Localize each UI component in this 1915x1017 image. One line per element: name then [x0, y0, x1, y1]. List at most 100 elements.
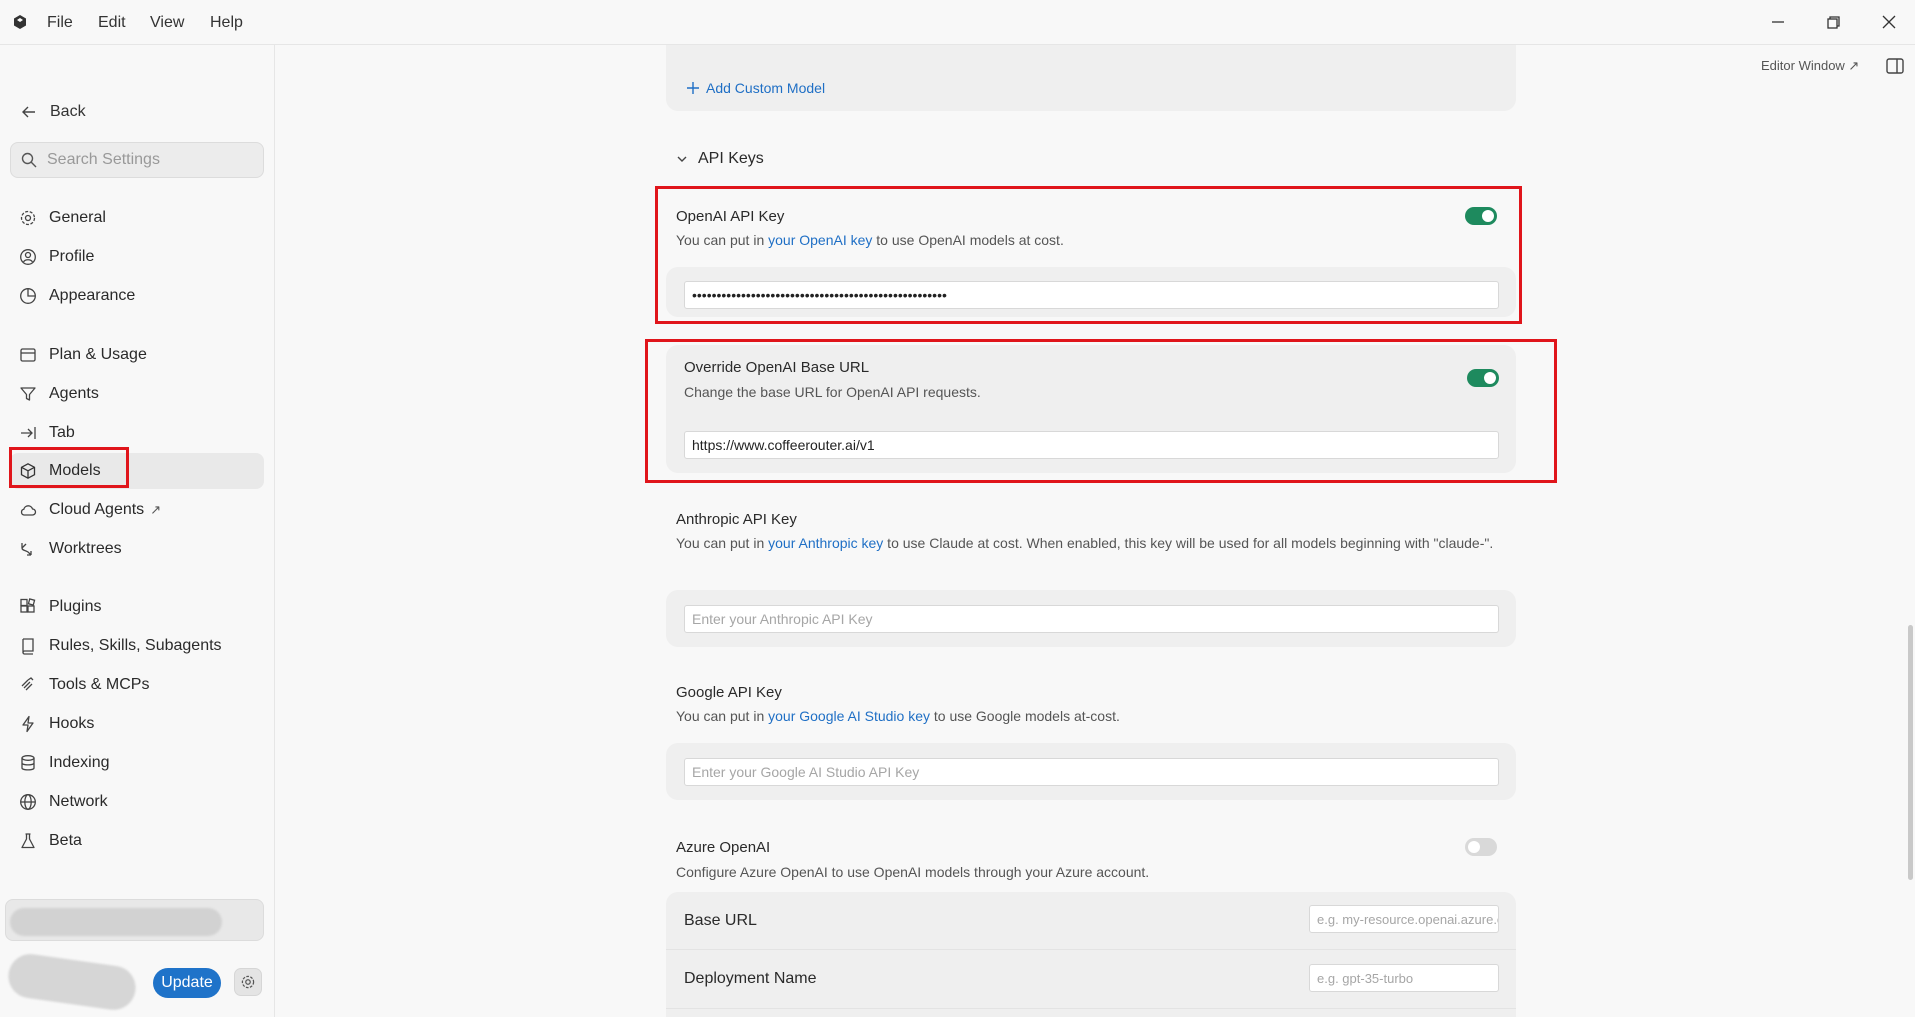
sidebar-item-label: Hooks [49, 715, 95, 732]
branch-icon [21, 543, 32, 556]
globe-icon [20, 794, 36, 810]
sidebar-item-label: Rules, Skills, Subagents [49, 637, 222, 654]
azure-openai-description: Configure Azure OpenAI to use OpenAI mod… [676, 864, 1150, 880]
override-base-url-toggle[interactable] [1467, 369, 1499, 387]
settings-gear-button[interactable] [234, 968, 262, 996]
openai-key-description: You can put in your OpenAI key to use Op… [676, 232, 1064, 248]
search-icon [21, 152, 37, 168]
scrollbar-thumb[interactable] [1908, 625, 1913, 880]
openai-key-input[interactable] [684, 281, 1499, 309]
override-base-url-input[interactable] [684, 431, 1499, 459]
minimize-icon[interactable] [1766, 10, 1790, 34]
cloud-icon [20, 505, 37, 516]
sidebar-item-worktrees[interactable]: Worktrees [10, 531, 264, 567]
menu-file[interactable]: File [47, 0, 73, 45]
api-keys-section-title: API Keys [698, 150, 764, 167]
google-key-description: You can put in your Google AI Studio key… [676, 708, 1120, 724]
sidebar-item-label: Indexing [49, 754, 110, 771]
back-label: Back [50, 103, 86, 120]
row-divider [666, 949, 1516, 950]
chevron-down-icon [677, 156, 687, 162]
sidebar-item-label: Profile [49, 248, 95, 265]
sidebar-item-network[interactable]: Network [10, 784, 264, 820]
gear-icon [20, 210, 36, 226]
sidebar-item-cloud-agents[interactable]: Cloud Agents ↗ [10, 492, 264, 528]
sidebar-item-label: Worktrees [49, 540, 122, 557]
gear-icon [241, 975, 255, 989]
menu-view[interactable]: View [150, 0, 184, 45]
sidebar-item-tab[interactable]: Tab [10, 415, 264, 451]
redacted-user [5, 951, 139, 1013]
sidebar-item-label: General [49, 209, 106, 226]
sidebar-item-rules[interactable]: Rules, Skills, Subagents [10, 628, 264, 664]
sidebar-item-plugins[interactable]: Plugins [10, 589, 264, 625]
google-key-label: Google API Key [676, 684, 782, 701]
card-icon [20, 348, 36, 362]
anthropic-key-input[interactable] [684, 605, 1499, 633]
azure-base-url-input[interactable] [1309, 905, 1499, 933]
sidebar-item-general[interactable]: General [10, 200, 264, 236]
funnel-icon [20, 387, 36, 401]
azure-base-url-label: Base URL [684, 912, 757, 929]
api-keys-section-toggle[interactable]: API Keys [676, 150, 764, 168]
update-button[interactable]: Update [153, 968, 221, 998]
openai-key-link[interactable]: your OpenAI key [768, 232, 872, 248]
account-pill[interactable] [5, 899, 264, 941]
sidebar-item-label: Tools & MCPs [49, 676, 150, 693]
restore-icon[interactable] [1821, 10, 1845, 34]
google-key-input[interactable] [684, 758, 1499, 786]
sidebar-item-label: Models [49, 462, 101, 479]
sidebar-item-label: Network [49, 793, 108, 810]
plus-icon [687, 82, 699, 94]
back-button[interactable]: Back [20, 97, 86, 127]
anthropic-key-description: You can put in your Anthropic key to use… [676, 535, 1494, 551]
puzzle-icon [20, 598, 36, 613]
search-input[interactable] [47, 151, 247, 169]
azure-deployment-input[interactable] [1309, 964, 1499, 992]
anthropic-key-label: Anthropic API Key [676, 511, 797, 528]
add-custom-model-button[interactable]: Add Custom Model [686, 80, 825, 96]
sidebar-item-plan-usage[interactable]: Plan & Usage [10, 337, 264, 373]
cube-icon [20, 463, 36, 479]
search-box[interactable] [10, 142, 264, 178]
override-base-url-card: Override OpenAI Base URL Change the base… [666, 345, 1516, 473]
panel-toggle-icon[interactable] [1886, 58, 1904, 74]
add-custom-model-label: Add Custom Model [706, 80, 826, 96]
sidebar-item-indexing[interactable]: Indexing [10, 745, 264, 781]
sidebar-item-label: Plugins [49, 598, 102, 615]
sidebar-item-models[interactable]: Models [10, 453, 264, 489]
google-key-link[interactable]: your Google AI Studio key [768, 708, 930, 724]
custom-models-card: Add Custom Model [666, 45, 1516, 111]
close-icon[interactable] [1877, 10, 1901, 34]
azure-openai-label: Azure OpenAI [676, 839, 771, 856]
sidebar-item-beta[interactable]: Beta [10, 823, 264, 859]
sidebar-item-hooks[interactable]: Hooks [10, 706, 264, 742]
bolt-icon [22, 715, 34, 733]
sidebar-item-label: Beta [49, 832, 82, 849]
sidebar-item-label: Cloud Agents [49, 501, 145, 518]
menu-edit[interactable]: Edit [98, 0, 126, 45]
anthropic-key-link[interactable]: your Anthropic key [768, 535, 883, 551]
sidebar-item-label: Plan & Usage [49, 346, 147, 363]
sidebar-item-label: Agents [49, 385, 99, 402]
editor-window-link[interactable]: Editor Window ↗ [1761, 58, 1859, 74]
sidebar-item-appearance[interactable]: Appearance [10, 278, 264, 314]
openai-key-toggle[interactable] [1465, 207, 1497, 225]
sidebar-item-tools-mcps[interactable]: Tools & MCPs [10, 667, 264, 703]
row-divider [666, 1008, 1516, 1009]
openai-key-input-card [666, 267, 1516, 317]
menu-help[interactable]: Help [210, 0, 243, 45]
anthropic-key-input-card [666, 590, 1516, 647]
arrow-left-icon [22, 106, 35, 118]
sidebar-item-profile[interactable]: Profile [10, 239, 264, 275]
google-key-input-card [666, 743, 1516, 800]
tools-icon [21, 677, 34, 691]
azure-openai-fields-card: Base URL Deployment Name [666, 892, 1516, 1017]
app-logo-icon [14, 15, 26, 29]
palette-icon [20, 288, 36, 304]
book-icon [22, 638, 34, 655]
azure-openai-toggle[interactable] [1465, 838, 1497, 856]
openai-key-label: OpenAI API Key [676, 208, 785, 225]
sidebar-item-agents[interactable]: Agents [10, 376, 264, 412]
sidebar-item-label: Tab [49, 424, 75, 441]
